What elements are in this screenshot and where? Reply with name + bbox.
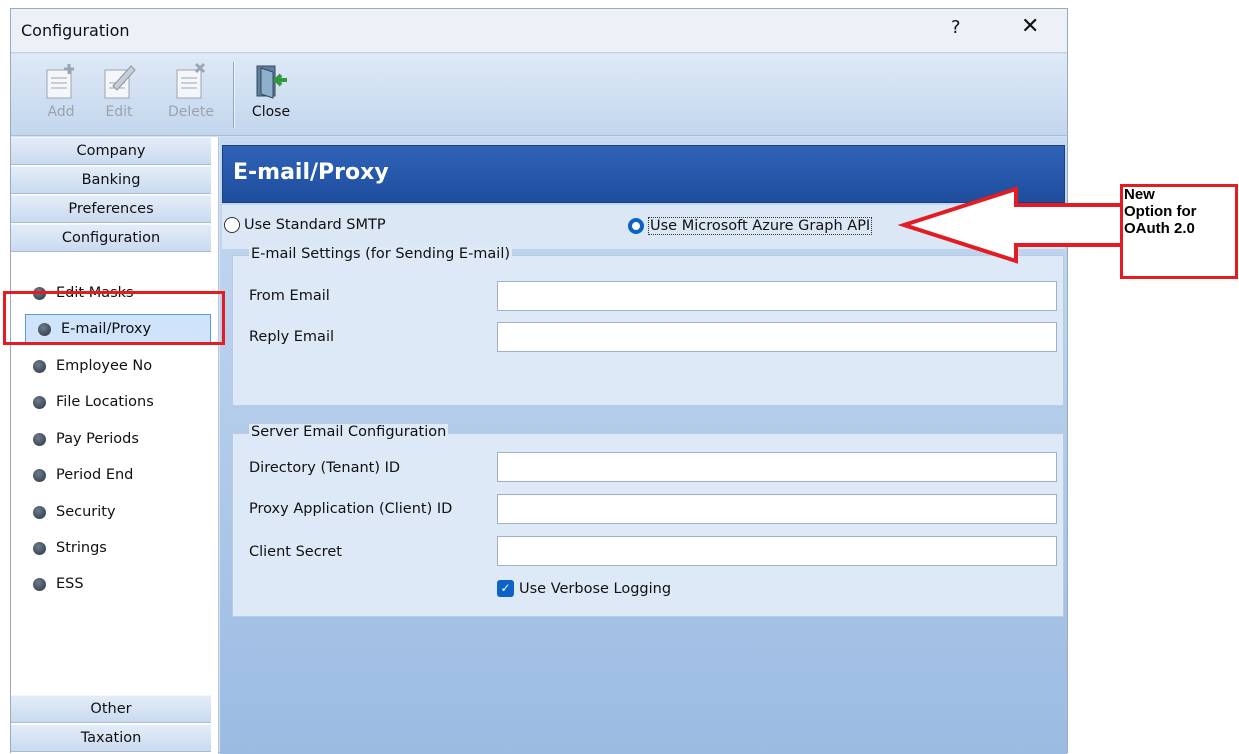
from-email-field[interactable] <box>497 281 1057 311</box>
client-secret-field[interactable] <box>497 536 1057 566</box>
tenant-id-label: Directory (Tenant) ID <box>249 460 401 476</box>
help-button[interactable]: ? <box>951 17 961 38</box>
delete-document-icon <box>176 62 206 99</box>
category-other[interactable]: Other <box>11 695 211 723</box>
bullet-icon <box>33 468 46 482</box>
annotation-line-1: New <box>1124 186 1155 203</box>
add-button[interactable]: Add <box>37 60 85 120</box>
category-preferences[interactable]: Preferences <box>11 195 211 223</box>
checkmark-icon: ✓ <box>497 580 514 597</box>
close-label: Close <box>251 104 291 120</box>
category-configuration[interactable]: Configuration <box>11 224 211 252</box>
sidebar-item-pay-periods[interactable]: Pay Periods <box>21 424 211 454</box>
highlight-box <box>3 291 225 345</box>
reply-email-label: Reply Email <box>249 329 334 345</box>
close-button[interactable]: Close <box>247 60 295 120</box>
sidebar-item-period-end[interactable]: Period End <box>21 460 211 490</box>
checkbox-label: Use Verbose Logging <box>519 580 672 597</box>
sidebar-item-employee-no[interactable]: Employee No <box>21 351 211 381</box>
sidebar-item-label: Period End <box>56 467 134 483</box>
radio-label: Use Standard SMTP <box>244 217 386 233</box>
group-title: E-mail Settings (for Sending E-mail) <box>249 246 513 262</box>
radio-label: Use Microsoft Azure Graph API <box>648 217 873 235</box>
delete-label: Delete <box>168 104 214 120</box>
email-settings-group: E-mail Settings (for Sending E-mail) Fro… <box>232 246 1064 406</box>
bullet-icon <box>33 359 46 373</box>
azure-graph-radio[interactable]: Use Microsoft Azure Graph API <box>628 217 873 235</box>
bullet-icon <box>33 395 46 409</box>
sidebar-item-label: Security <box>56 504 116 520</box>
category-banking[interactable]: Banking <box>11 166 211 194</box>
exit-door-icon <box>256 65 287 99</box>
edit-document-icon <box>104 65 136 99</box>
bullet-icon <box>33 541 46 555</box>
add-label: Add <box>47 104 75 120</box>
group-title: Server Email Configuration <box>249 424 449 440</box>
standard-smtp-radio[interactable]: Use Standard SMTP <box>224 217 386 233</box>
category-company[interactable]: Company <box>11 137 211 165</box>
add-document-icon <box>46 64 74 99</box>
radio-checked-icon <box>628 218 644 234</box>
server-email-group: Server Email Configuration Directory (Te… <box>232 424 1064 617</box>
sidebar-item-security[interactable]: Security <box>21 497 211 527</box>
bullet-icon <box>33 577 46 591</box>
client-id-label: Proxy Application (Client) ID <box>249 501 453 517</box>
tenant-id-field[interactable] <box>497 452 1057 482</box>
annotation-arrow-icon <box>897 186 1122 264</box>
page-title: E-mail/Proxy <box>233 160 389 185</box>
sidebar-item-label: Pay Periods <box>56 431 139 447</box>
radio-unchecked-icon <box>224 217 240 233</box>
edit-button[interactable]: Edit <box>95 60 143 120</box>
sidebar-item-label: ESS <box>56 576 84 592</box>
bullet-icon <box>33 505 46 519</box>
sidebar-item-strings[interactable]: Strings <box>21 533 211 563</box>
title-bar: Configuration ? ✕ <box>11 9 1067 53</box>
from-email-label: From Email <box>249 288 330 304</box>
bullet-icon <box>33 432 46 446</box>
category-taxation[interactable]: Taxation <box>11 724 211 752</box>
close-window-button[interactable]: ✕ <box>1021 14 1039 39</box>
sidebar-item-label: Strings <box>56 540 107 556</box>
configuration-window: Configuration ? ✕ Add Edit Delete Close … <box>10 8 1068 754</box>
annotation-line-3: OAuth 2.0 <box>1124 220 1195 237</box>
sidebar-item-ess[interactable]: ESS <box>21 569 211 599</box>
sidebar: Company Banking Preferences Configuratio… <box>11 137 219 754</box>
client-id-field[interactable] <box>497 494 1057 524</box>
sidebar-item-label: Employee No <box>56 358 153 374</box>
client-secret-label: Client Secret <box>249 544 342 560</box>
reply-email-field[interactable] <box>497 322 1057 352</box>
verbose-logging-checkbox[interactable]: ✓ Use Verbose Logging <box>497 580 671 597</box>
toolbar-separator <box>233 62 234 128</box>
sidebar-item-file-locations[interactable]: File Locations <box>21 387 211 417</box>
toolbar: Add Edit Delete Close <box>11 54 1067 136</box>
window-title: Configuration <box>21 21 130 40</box>
edit-label: Edit <box>105 104 133 120</box>
delete-button[interactable]: Delete <box>167 60 215 120</box>
sidebar-item-label: File Locations <box>56 394 154 410</box>
annotation-line-2: Option for <box>1124 203 1197 220</box>
annotation-text: New Option for OAuth 2.0 <box>1124 186 1236 237</box>
